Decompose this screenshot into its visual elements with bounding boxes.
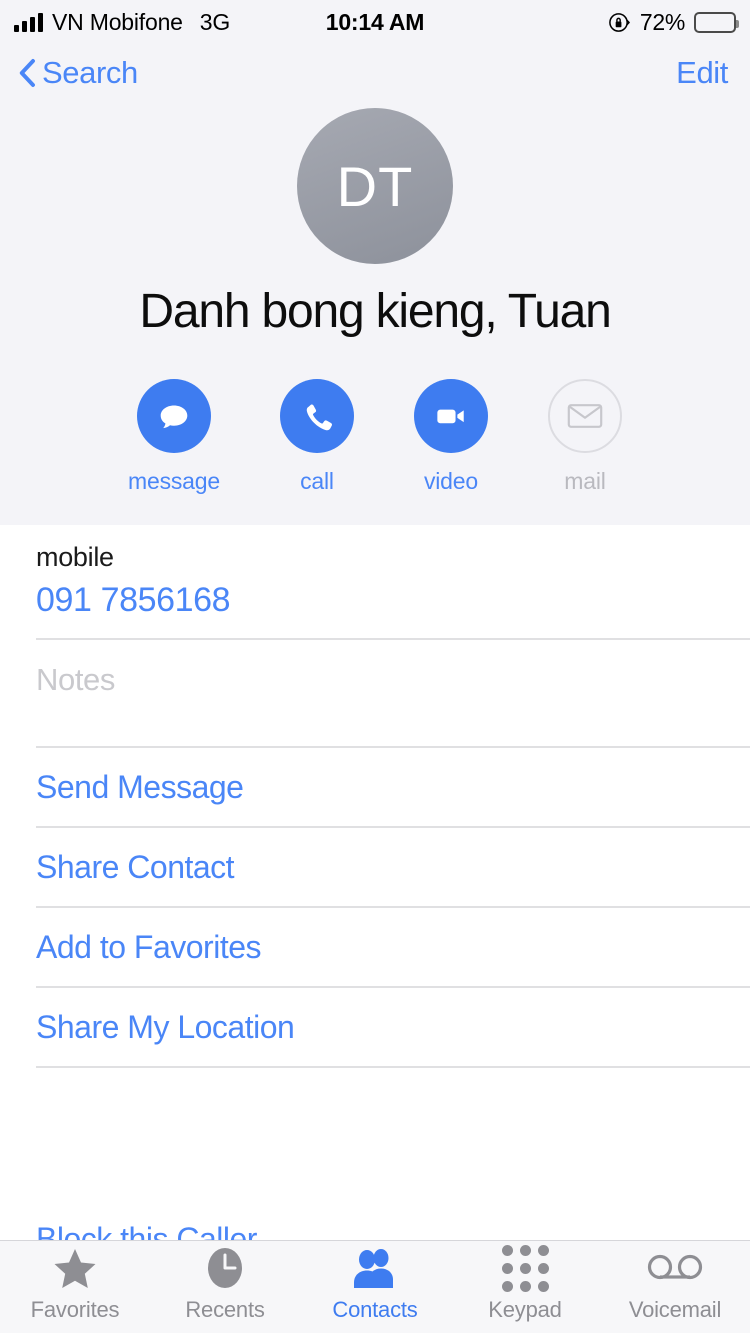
notes-placeholder: Notes [36,661,115,697]
call-action-button[interactable]: call [279,378,354,495]
message-action-button[interactable]: message [128,378,220,495]
share-contact-label: Share Contact [36,849,235,886]
send-message-row[interactable]: Send Message [0,747,750,828]
carrier-name: VN Mobifone [52,8,183,35]
call-action-label: call [300,467,334,494]
share-my-location-label: Share My Location [36,1009,295,1046]
star-icon [53,1247,97,1289]
tab-contacts-label: Contacts [332,1297,418,1322]
people-icon [351,1247,399,1289]
rotation-lock-icon [609,12,630,32]
tab-keypad-label: Keypad [488,1297,562,1322]
network-type: 3G [199,8,231,35]
contact-name: Danh bong kieng, Tuan [139,285,611,338]
tab-keypad[interactable]: Keypad [450,1244,600,1327]
status-bar-left: VN Mobifone 3G [14,9,230,36]
clock-icon [205,1247,245,1289]
phone-number[interactable]: 091 7856168 [36,581,750,620]
back-button-label: Search [42,55,138,90]
navigation-bar: Search Edit [0,44,750,102]
share-my-location-row[interactable]: Share My Location [0,987,750,1068]
video-camera-icon [413,378,488,453]
tab-favorites[interactable]: Favorites [0,1247,150,1327]
avatar[interactable]: DT [297,108,453,264]
message-bubble-icon [137,378,211,453]
quick-actions: message call video mail [128,378,622,495]
detail-list: mobile 091 7856168 Notes Send Message Sh… [0,524,750,1280]
tab-favorites-label: Favorites [30,1297,120,1322]
video-action-label: video [423,467,478,494]
phone-row: mobile 091 7856168 [0,524,750,640]
back-button[interactable]: Search [18,55,138,91]
contact-header: DT Danh bong kieng, Tuan message call vi… [0,102,750,525]
list-gap [0,1067,750,1200]
keypad-dots-icon [501,1244,549,1292]
status-bar: VN Mobifone 3G 10:14 AM 72% [0,0,750,44]
send-message-label: Send Message [36,769,244,806]
mail-action-button: mail [547,378,622,495]
tab-bar: Favorites Recents Contacts Keypad Voicem… [0,1240,750,1333]
add-to-favorites-row[interactable]: Add to Favorites [0,907,750,988]
notes-row[interactable]: Notes [0,639,750,748]
status-bar-right: 72% [608,8,739,36]
mail-action-label: mail [564,467,606,494]
tab-voicemail[interactable]: Voicemail [600,1247,750,1327]
battery-percent: 72% [639,8,685,35]
add-to-favorites-label: Add to Favorites [36,929,262,966]
signal-strength-icon [14,12,43,32]
tab-voicemail-label: Voicemail [628,1297,722,1322]
chevron-left-icon [19,59,35,87]
share-contact-row[interactable]: Share Contact [0,827,750,908]
tab-recents[interactable]: Recents [150,1247,300,1327]
tab-recents-label: Recents [185,1297,265,1322]
tab-contacts[interactable]: Contacts [300,1247,450,1327]
voicemail-icon [647,1247,703,1289]
edit-button[interactable]: Edit [676,55,728,91]
video-action-button[interactable]: video [413,378,488,495]
battery-icon [694,11,739,33]
phone-label: mobile [36,541,114,572]
separator [36,1066,750,1068]
envelope-icon [547,378,622,453]
phone-icon [279,378,354,453]
message-action-label: message [128,467,220,494]
